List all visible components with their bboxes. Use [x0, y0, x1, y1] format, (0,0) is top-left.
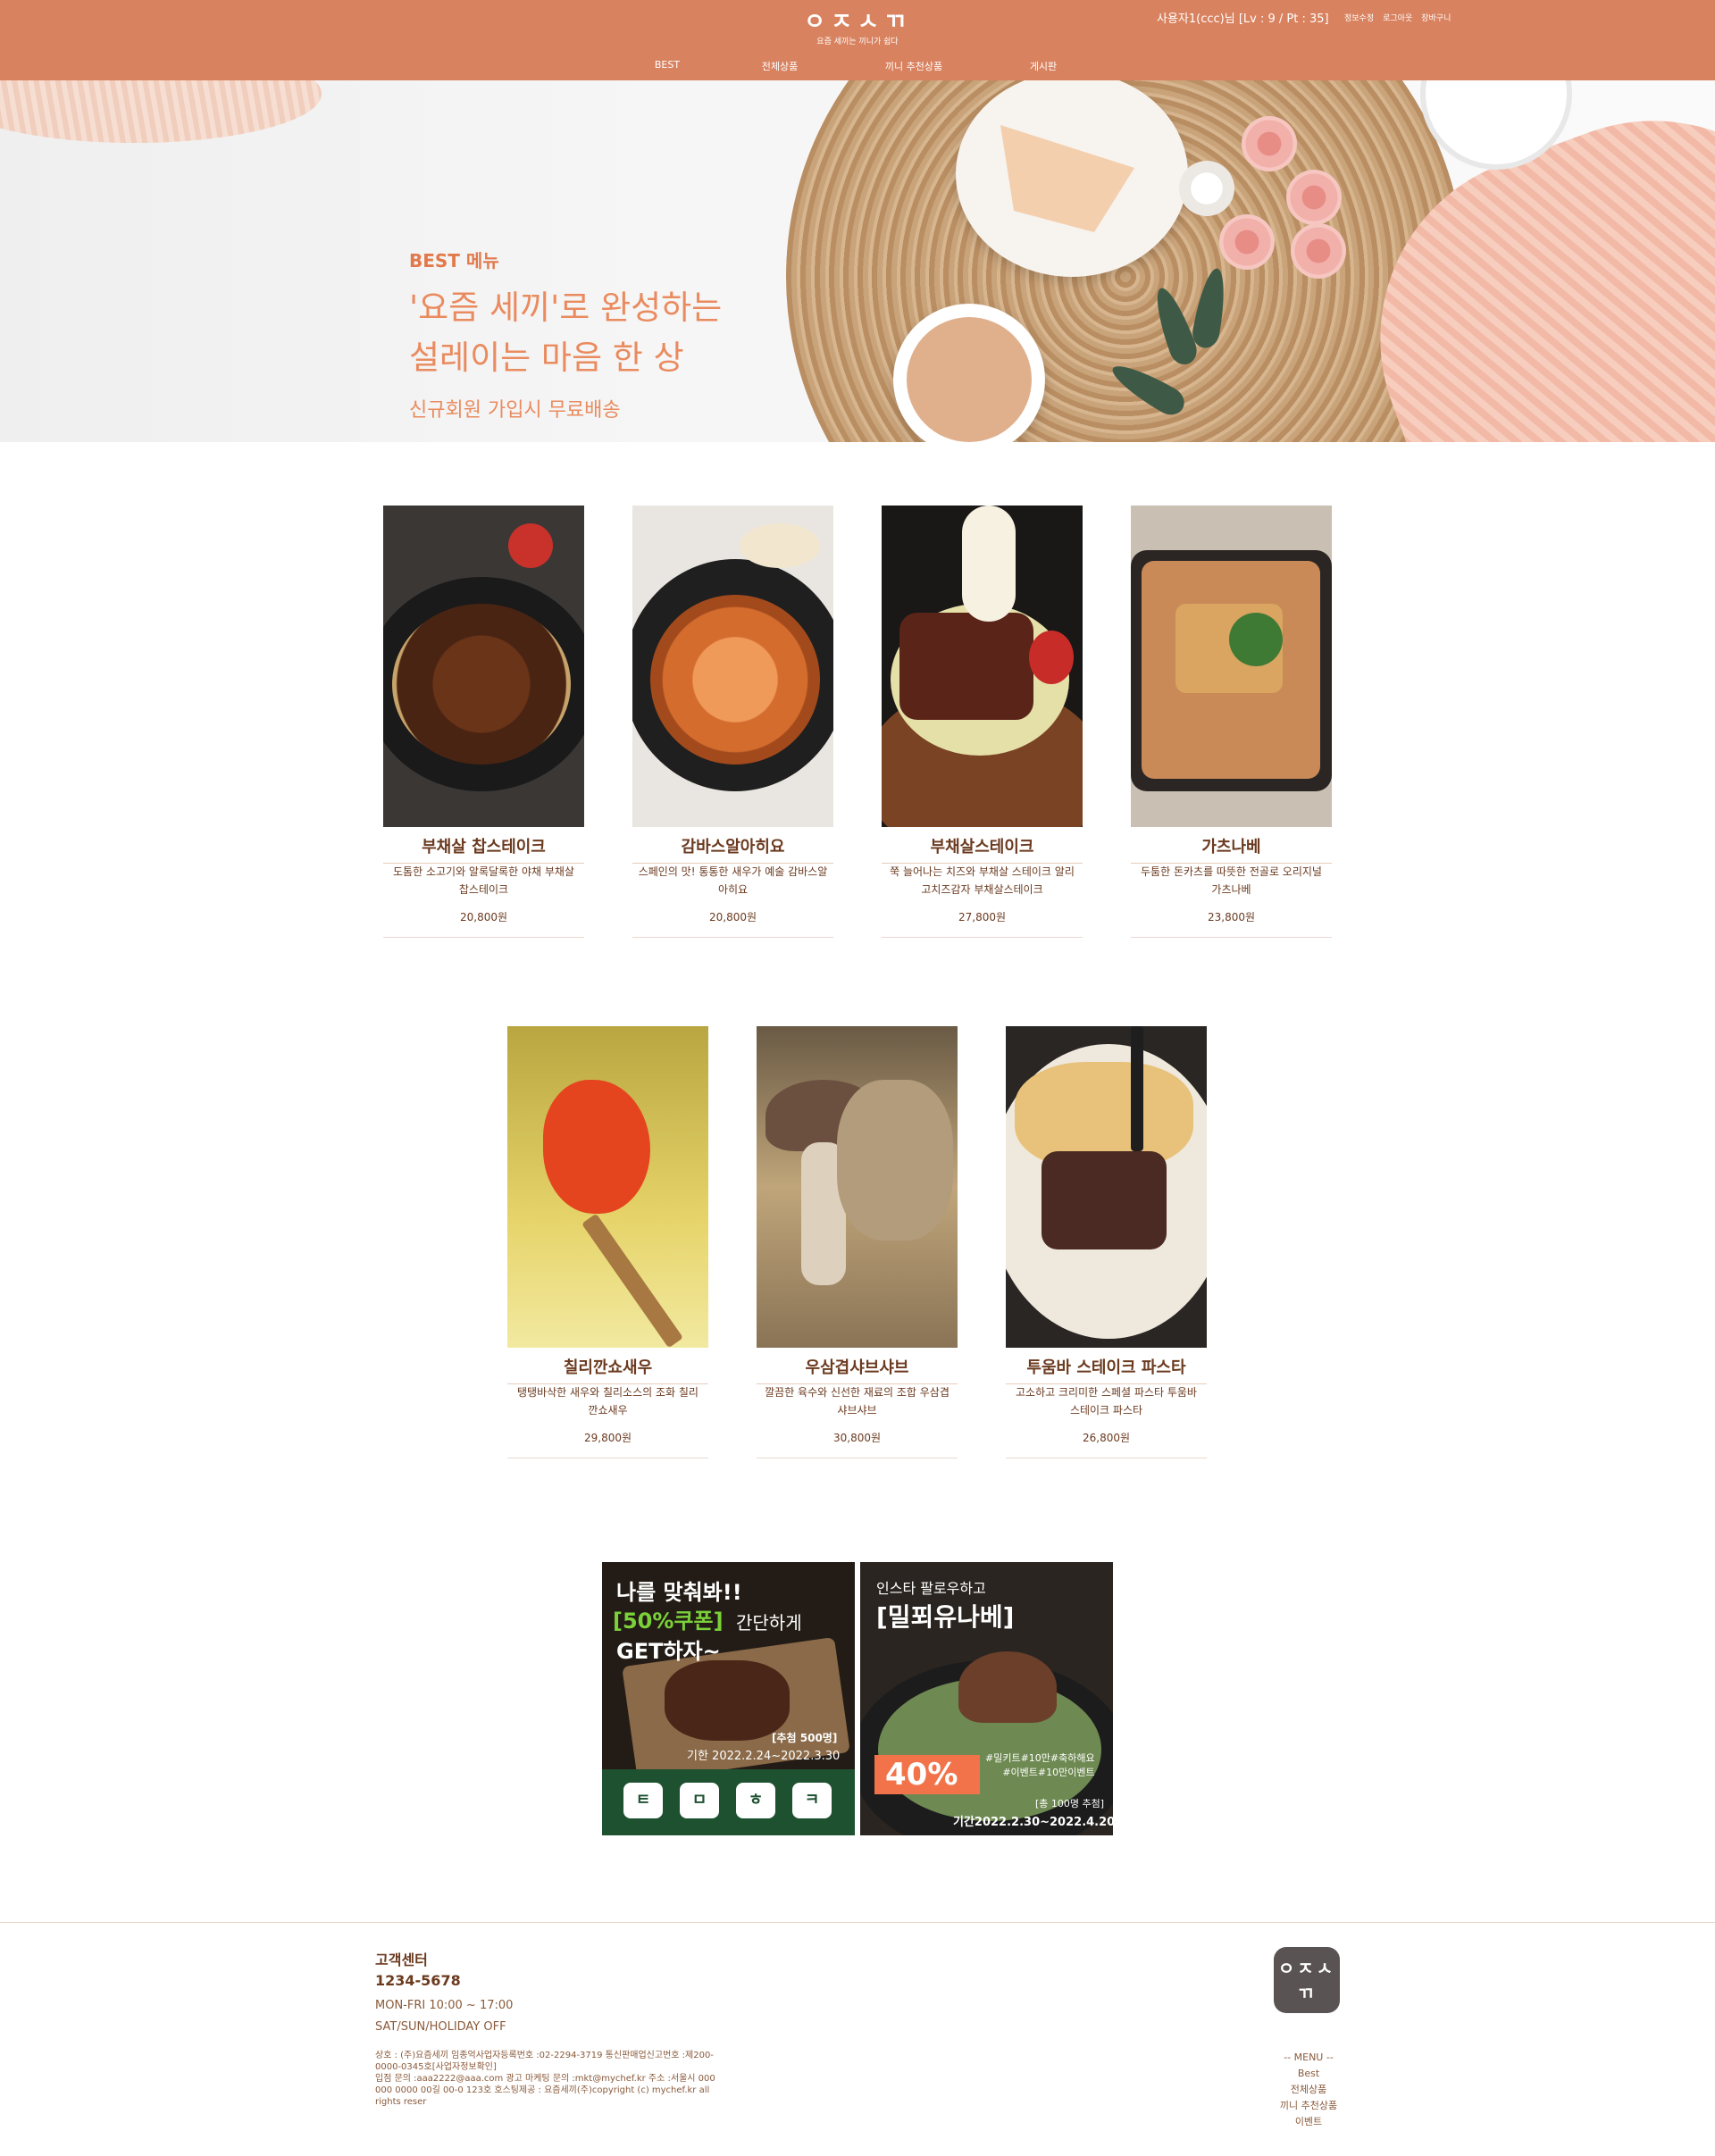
product-card[interactable]: 투움바 스테이크 파스타 고소하고 크리미한 스페셜 파스타 투움바 스테이크 …	[1006, 1026, 1207, 1458]
product-card[interactable]: 가츠나베 두툼한 돈카츠를 따뜻한 전골로 오리지널 가츠나베 23,800원	[1131, 506, 1332, 938]
hero-title: '요즘 세끼'로 완성하는 설레이는 마음 한 상	[409, 283, 722, 383]
product-card[interactable]: 부채살스테이크 쭉 늘어나는 치즈와 부채살 스테이크 알리고치즈감자 부채살스…	[882, 506, 1083, 938]
product-card[interactable]: 우삼겹샤브샤브 깔끔한 육수와 신선한 재료의 조합 우삼겹샤브샤브 30,80…	[757, 1026, 958, 1458]
product-image[interactable]	[757, 1026, 958, 1348]
site-header: ㅇㅈㅅㄲ 요즘 세끼는 끼니가 쉽다 사용자1(ccc)님 [Lv : 9 / …	[0, 0, 1715, 80]
banner-a-coupon: [50%쿠폰]	[613, 1609, 724, 1634]
hero-cotton	[1179, 161, 1234, 216]
product-name[interactable]: 부채살스테이크	[882, 834, 1083, 864]
footer-divider	[0, 1922, 1715, 1923]
product-image[interactable]	[882, 506, 1083, 827]
product-name[interactable]: 투움바 스테이크 파스타	[1006, 1355, 1207, 1384]
product-desc: 깔끔한 육수와 신선한 재료의 조합 우삼겹샤브샤브	[765, 1386, 950, 1416]
banner-a-count: [추첨 500명]	[772, 1732, 838, 1744]
hero-subtitle: 신규회원 가입시 무료배송	[409, 399, 621, 422]
product-desc: 탱탱바삭한 새우와 칠리소스의 조화 칠리깐쇼새우	[517, 1386, 699, 1416]
logo-mark: ㅇㅈㅅㄲ	[804, 9, 911, 36]
footer-logo[interactable]: ㅇㅈㅅㄲ	[1274, 1947, 1340, 2013]
product-name[interactable]: 칠리깐쇼새우	[507, 1355, 708, 1384]
product-name[interactable]: 부채살 찹스테이크	[383, 834, 584, 864]
product-desc: 도톰한 소고기와 알록달록한 야채 부채살 찹스테이크	[393, 865, 574, 896]
banner-b-title: [밀푀유나베]	[876, 1602, 1015, 1632]
logo-tagline: 요즘 세끼는 끼니가 쉽다	[816, 38, 899, 46]
cs-hours-weekday: MON-FRI 10:00 ~ 17:00	[375, 1999, 514, 2012]
product-desc: 쭉 늘어나는 치즈와 부채살 스테이크 알리고치즈감자 부채살스테이크	[890, 865, 1075, 896]
product-card[interactable]: 칠리깐쇼새우 탱탱바삭한 새우와 칠리소스의 조화 칠리깐쇼새우 29,800원	[507, 1026, 708, 1458]
instagram-event-banner[interactable]: 인스타 팔로우하고 [밀푀유나베] 40% #밀키트#10만#축하해요 #이벤트…	[860, 1562, 1113, 1835]
product-desc: 스페인의 맛! 통통한 새우가 예술 감바스알아히요	[638, 865, 828, 896]
banner-b-discount: 40%	[885, 1757, 958, 1792]
product-price: 23,800원	[1131, 909, 1332, 938]
edit-profile-link[interactable]: 정보수정	[1344, 12, 1374, 23]
main-nav: BEST 전체상품 끼니 추천상품 게시판	[0, 59, 1715, 77]
site-logo[interactable]: ㅇㅈㅅㄲ 요즘 세끼는 끼니가 쉽다	[804, 9, 911, 48]
keypad-key[interactable]: ㅌ	[623, 1783, 663, 1818]
banner-a-line2: 간단하게	[736, 1612, 802, 1634]
hero-rose	[1291, 223, 1346, 279]
hero-rose	[1286, 170, 1342, 225]
hero-rose	[1219, 214, 1275, 270]
nav-recommended[interactable]: 끼니 추천상품	[860, 59, 967, 73]
product-image[interactable]	[632, 506, 833, 827]
hero-kicker: BEST 메뉴	[409, 250, 499, 272]
cs-hours-weekend: SAT/SUN/HOLIDAY OFF	[375, 2020, 506, 2034]
banner-b-line1: 인스타 팔로우하고	[876, 1580, 986, 1597]
product-desc: 고소하고 크리미한 스페셜 파스타 투움바 스테이크 파스타	[1016, 1386, 1197, 1416]
logout-link[interactable]: 로그아웃	[1383, 12, 1412, 23]
keypad-key[interactable]: ㅋ	[792, 1783, 832, 1818]
hero-knit-throw-left	[0, 80, 322, 143]
hero-tea	[907, 317, 1032, 442]
nav-best[interactable]: BEST	[614, 59, 721, 71]
banner-a-period: 기한 2022.2.24~2022.3.30	[687, 1750, 841, 1763]
footer-menu-all-products[interactable]: 전체상품	[1251, 2082, 1367, 2098]
banner-b-tags: #밀키트#10만#축하해요 #이벤트#10만이벤트	[985, 1752, 1095, 1778]
footer-menu-title: -- MENU --	[1284, 2052, 1334, 2063]
banner-b-period: 기간2022.2.30~2022.4.20	[953, 1816, 1113, 1829]
cart-link[interactable]: 장바구니	[1421, 12, 1451, 23]
product-desc: 두툼한 돈카츠를 따뜻한 전골로 오리지널 가츠나베	[1141, 865, 1322, 896]
product-price: 20,800원	[632, 909, 833, 938]
hero-title-line1: '요즘 세끼'로 완성하는	[409, 288, 723, 327]
banner-a-line3: GET하자~	[616, 1639, 721, 1664]
product-image[interactable]	[1131, 506, 1332, 827]
footer-menu-recommended[interactable]: 끼니 추천상품	[1251, 2098, 1367, 2114]
footer-menu-event[interactable]: 이벤트	[1251, 2114, 1367, 2130]
footer-menu-best[interactable]: Best	[1251, 2066, 1367, 2082]
product-image[interactable]	[383, 506, 584, 827]
util-links: 정보수정 로그아웃 장바구니	[1344, 12, 1451, 23]
product-name[interactable]: 감바스알아히요	[632, 834, 833, 864]
product-card[interactable]: 부채살 찹스테이크 도톰한 소고기와 알록달록한 야채 부채살 찹스테이크 20…	[383, 506, 584, 938]
hero-rose	[1242, 116, 1297, 171]
product-card[interactable]: 감바스알아히요 스페인의 맛! 통통한 새우가 예술 감바스알아히요 20,80…	[632, 506, 833, 938]
company-info: 상호 : (주)요즘세끼 임종억사업자등록번호 :02-2294-3719 통신…	[375, 2051, 715, 2107]
product-price: 30,800원	[757, 1430, 958, 1458]
keypad-key[interactable]: ㅎ	[736, 1783, 775, 1818]
nav-all-products[interactable]: 전체상품	[726, 59, 833, 73]
product-price: 29,800원	[507, 1430, 708, 1458]
hero-title-line2: 설레이는 마음 한 상	[409, 338, 684, 377]
nav-board[interactable]: 게시판	[990, 59, 1097, 73]
product-name[interactable]: 가츠나베	[1131, 834, 1332, 864]
product-price: 20,800원	[383, 909, 584, 938]
coupon-event-banner[interactable]: 나를 맞춰봐!! [50%쿠폰] 간단하게 GET하자~ [추첨 500명] 기…	[602, 1562, 855, 1835]
product-price: 26,800원	[1006, 1430, 1207, 1458]
cs-hours: MON-FRI 10:00 ~ 17:00 SAT/SUN/HOLIDAY OF…	[375, 1995, 513, 2038]
keypad-key[interactable]: ㅁ	[680, 1783, 719, 1818]
hero-banner: BEST 메뉴 '요즘 세끼'로 완성하는 설레이는 마음 한 상 신규회원 가…	[0, 80, 1715, 442]
footer-menu: -- MENU -- Best 전체상품 끼니 추천상품 이벤트	[1251, 2050, 1367, 2130]
banner-a-title: 나를 맞춰봐!!	[616, 1580, 742, 1605]
product-price: 27,800원	[882, 909, 1083, 938]
cs-phone: 1234-5678	[375, 1972, 461, 1989]
product-name[interactable]: 우삼겹샤브샤브	[757, 1355, 958, 1384]
cs-title: 고객센터	[375, 1951, 428, 1968]
user-info: 사용자1(ccc)님 [Lv : 9 / Pt : 35]	[1157, 13, 1329, 26]
product-image[interactable]	[507, 1026, 708, 1348]
banner-b-count: [총 100명 추첨]	[1035, 1798, 1105, 1809]
product-image[interactable]	[1006, 1026, 1207, 1348]
hero-text: BEST 메뉴 '요즘 세끼'로 완성하는 설레이는 마음 한 상 신규회원 가…	[409, 247, 722, 422]
